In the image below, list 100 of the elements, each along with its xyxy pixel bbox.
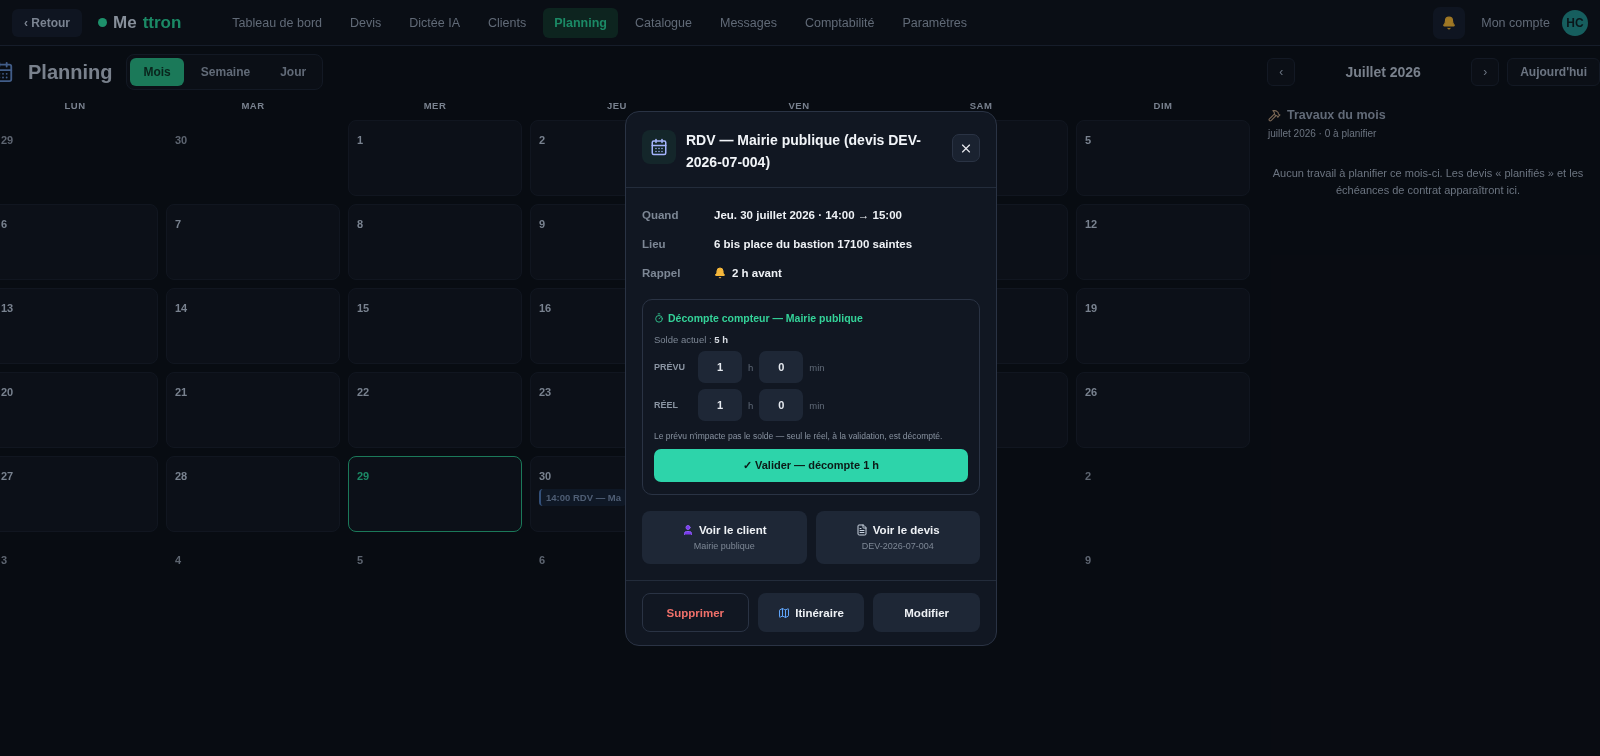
sidebar-title: Travaux du mois [1287,108,1386,122]
detail-value: 6 bis place du bastion 17100 saintes [714,237,914,250]
day-cell[interactable]: 5 [1076,120,1250,196]
day-cell[interactable]: 5 [348,540,522,616]
duration-label: PRÉVU [654,362,686,373]
day-cell[interactable]: 1 [348,120,522,196]
document-icon [855,524,868,537]
day-cell[interactable]: 7 [166,204,340,280]
nav-item[interactable]: Devis [339,7,393,38]
empty-message: Aucun travail à planifier ce mois-ci. Les devis « planifiés » et les échéances de contrat apparaîtront ici. [1271,166,1585,198]
day-number: 12 [1085,218,1098,230]
weekday-label: SAM [968,100,994,112]
weekday-label: MER [422,100,448,112]
minutes-field[interactable]: 0 [759,351,804,384]
day-cell[interactable]: 2 [1076,456,1250,532]
weekday-label: MAR [240,100,266,112]
day-number: 29 [1,134,14,146]
link-card[interactable]: Voir le devis DEV-2026-07-004 [815,511,980,565]
day-number: 19 [1085,302,1098,314]
day-cell[interactable]: 29 [0,120,158,196]
map-icon [778,606,791,619]
link-subtitle: DEV-2026-07-004 [861,541,934,552]
nav-item[interactable]: Messages [709,7,788,38]
day-cell[interactable]: 13 [0,288,158,364]
next-month-button[interactable]: › [1471,58,1500,86]
day-number: 3 [1,554,8,566]
day-number: 4 [175,554,182,566]
day-number: 22 [357,386,370,398]
day-number: 1 [357,134,364,146]
minutes-field[interactable]: 0 [759,389,804,422]
day-cell[interactable]: 6 [0,204,158,280]
day-cell[interactable]: 20 [0,372,158,448]
day-cell[interactable]: 3 [0,540,158,616]
day-cell[interactable]: 15 [348,288,522,364]
nav-item[interactable]: Paramètres [891,7,979,38]
day-number: 2 [1085,470,1092,482]
day-cell[interactable]: 12 [1076,204,1250,280]
account-link[interactable]: Mon compte [1481,15,1550,30]
day-number: 6 [1,218,8,230]
link-subtitle: Mairie publique [693,541,755,552]
notifications-button[interactable] [1433,6,1466,39]
previous-month-button[interactable]: ‹ [1267,58,1296,86]
action-button[interactable]: Itinéraire [757,593,865,633]
link-card[interactable]: Voir le client Mairie publique [642,511,807,565]
hours-field[interactable]: 1 [698,351,742,384]
unit-label: h [748,361,754,373]
nav-item[interactable]: Comptabilité [793,7,886,38]
view-tab[interactable]: Semaine [187,58,264,86]
day-cell[interactable]: 27 [0,456,158,532]
day-number: 5 [1085,134,1092,146]
logo-text: ttron [142,12,182,33]
nav-item[interactable]: Clients [477,7,538,38]
detail-label: Rappel [642,266,682,279]
day-number: 8 [357,218,364,230]
view-tab[interactable]: Jour [267,58,320,86]
day-number: 26 [1085,386,1098,398]
unit-label: min [809,361,825,373]
action-button[interactable]: Supprimer [642,593,749,633]
logo-text: Me [113,12,137,33]
hours-field[interactable]: 1 [698,389,742,422]
day-number: 20 [1,386,14,398]
duration-label: RÉEL [654,400,679,411]
weekday-label: JEU [606,100,628,112]
detail-label: Lieu [642,237,667,250]
day-number: 15 [357,302,370,314]
nav-item[interactable]: Planning [543,7,618,38]
action-button[interactable]: Modifier [873,593,980,633]
day-cell[interactable]: 29 [348,456,522,532]
weekday-label: LUN [63,100,87,112]
day-cell[interactable]: 30 [166,120,340,196]
day-cell[interactable]: 22 [348,372,522,448]
link-title: Voir le devis [872,524,940,537]
day-number: 29 [357,470,370,482]
day-cell[interactable]: 19 [1076,288,1250,364]
validate-button[interactable]: ✓ Valider — décompte 1 h [654,449,968,483]
month-title: Juillet 2026 [1344,64,1422,80]
day-cell[interactable]: 26 [1076,372,1250,448]
close-button[interactable] [952,134,980,162]
day-cell[interactable]: 28 [166,456,340,532]
weekday-label: VEN [787,100,811,112]
nav-item[interactable]: Tableau de bord [221,7,333,38]
day-cell[interactable]: 4 [166,540,340,616]
day-cell[interactable]: 21 [166,372,340,448]
day-cell[interactable]: 8 [348,204,522,280]
view-tab[interactable]: Mois [130,58,184,86]
back-button[interactable]: ‹ Retour [12,8,82,37]
day-number: 23 [539,386,552,398]
day-number: 9 [1085,554,1092,566]
day-cell[interactable]: 9 [1076,540,1250,616]
nav-item[interactable]: Dictée IA [398,7,471,38]
day-number: 16 [539,302,552,314]
today-button[interactable]: Aujourd'hui [1507,58,1600,86]
nav-item[interactable]: Catalogue [624,7,703,38]
bell-icon [1442,15,1457,30]
event-chip[interactable]: 14:00 RDV — Ma [539,489,626,506]
weekday-label: DIM [1152,100,1174,112]
day-cell[interactable]: 14 [166,288,340,364]
day-number: 30 [175,134,188,146]
hammer-icon [1268,108,1281,122]
day-number: 9 [539,218,546,230]
